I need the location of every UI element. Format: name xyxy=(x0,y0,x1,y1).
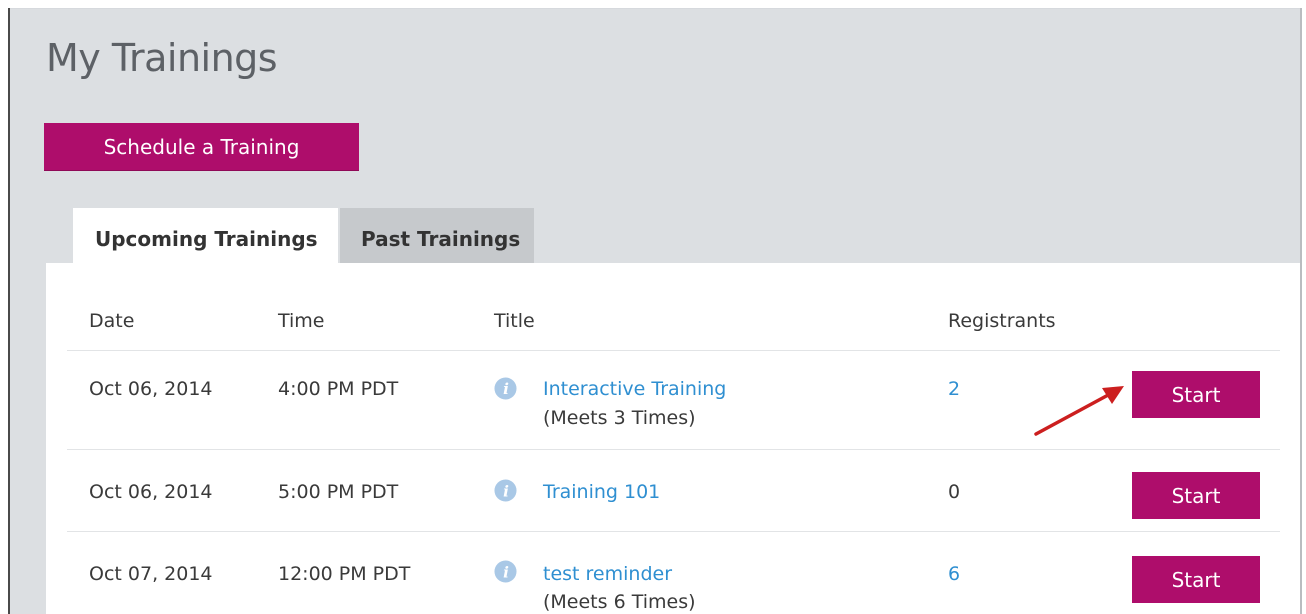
svg-text:i: i xyxy=(503,563,509,581)
column-header-title: Title xyxy=(494,310,535,332)
registrants-count-link[interactable]: 6 xyxy=(948,562,960,586)
registrants-count-link[interactable]: 2 xyxy=(948,377,960,401)
page-title: My Trainings xyxy=(46,36,278,80)
registrants-count: 0 xyxy=(948,481,961,503)
red-arrow-icon xyxy=(1034,386,1124,436)
row-date: Oct 07, 2014 xyxy=(89,563,213,585)
left-border xyxy=(8,8,10,614)
start-button[interactable]: Start xyxy=(1132,556,1260,603)
right-border xyxy=(1300,8,1302,614)
column-header-time: Time xyxy=(278,310,325,332)
row-divider xyxy=(67,449,1280,450)
row-date: Oct 06, 2014 xyxy=(89,378,213,400)
meets-count: (Meets 6 Times) xyxy=(543,591,696,613)
info-icon[interactable]: i xyxy=(494,377,517,400)
tab-upcoming-trainings[interactable]: Upcoming Trainings xyxy=(73,208,338,263)
row-divider xyxy=(67,350,1280,351)
row-time: 5:00 PM PDT xyxy=(278,481,399,503)
row-time: 12:00 PM PDT xyxy=(278,563,411,585)
row-time: 4:00 PM PDT xyxy=(278,378,399,400)
training-title-link[interactable]: Interactive Training xyxy=(543,377,726,401)
tab-past-trainings[interactable]: Past Trainings xyxy=(340,208,534,263)
top-border xyxy=(8,8,1302,9)
column-header-registrants: Registrants xyxy=(948,310,1056,332)
info-icon[interactable]: i xyxy=(494,479,517,502)
schedule-training-button[interactable]: Schedule a Training xyxy=(44,123,359,170)
start-button[interactable]: Start xyxy=(1132,472,1260,519)
app-window: My Trainings Schedule a Training Upcomin… xyxy=(0,0,1306,614)
row-divider xyxy=(67,531,1280,532)
svg-text:i: i xyxy=(503,380,509,398)
meets-count: (Meets 3 Times) xyxy=(543,407,696,429)
row-date: Oct 06, 2014 xyxy=(89,481,213,503)
column-header-date: Date xyxy=(89,310,135,332)
start-button[interactable]: Start xyxy=(1132,371,1260,418)
training-title-link[interactable]: test reminder xyxy=(543,562,672,586)
training-title-link[interactable]: Training 101 xyxy=(543,480,660,504)
svg-text:i: i xyxy=(503,482,509,500)
info-icon[interactable]: i xyxy=(494,560,517,583)
